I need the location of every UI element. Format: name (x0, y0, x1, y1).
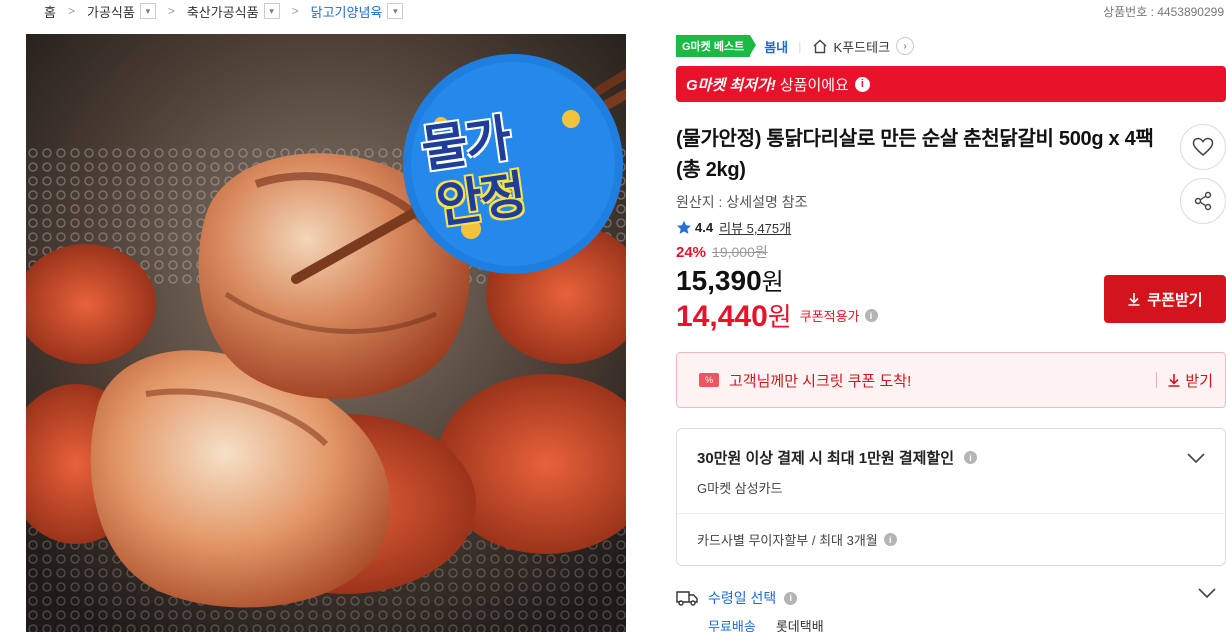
chevron-down-icon[interactable] (1198, 588, 1216, 598)
coupon-price-label: 쿠폰적용가 (799, 309, 860, 324)
season-badge[interactable]: 봄내 (764, 37, 788, 56)
star-icon (677, 220, 691, 234)
divider: | (798, 38, 802, 54)
delivery-info: 무료배송 롯데택배 (708, 616, 1226, 632)
breadcrumb-label[interactable]: 축산가공식품 (187, 2, 259, 21)
delivery-carrier: 롯데택배 (775, 619, 824, 632)
lowest-price-text: 상품이에요 (779, 76, 849, 94)
download-icon (1128, 293, 1140, 306)
original-price: 19,000원 (712, 244, 768, 260)
store-link[interactable]: K푸드테크 › (812, 37, 915, 56)
chevron-right-icon[interactable]: › (896, 37, 915, 55)
truck-icon (676, 591, 698, 606)
breadcrumb: 홈 > 가공식품 ▾ > 축산가공식품 ▾ > 닭고기양념육 ▾ (44, 0, 404, 22)
discount-rate: 24% (676, 243, 707, 261)
rating-row: 4.4 리뷰 5,475개 (676, 218, 1226, 237)
origin-info: 원산지 : 상세설명 참조 (676, 194, 808, 210)
info-icon[interactable]: i (854, 76, 870, 92)
card-discount-title-text: 30만원 이상 결제 시 최대 1만원 결제할인 (697, 450, 955, 467)
chevron-down-icon[interactable]: ▾ (139, 3, 156, 19)
breadcrumb-separator: > (167, 4, 175, 18)
card-discount-card-name: G마켓 삼성카드 (697, 481, 783, 496)
card-discount-header[interactable]: 30만원 이상 결제 시 최대 1만원 결제할인 i G마켓 삼성카드 (677, 429, 1225, 514)
card-discount-title: 30만원 이상 결제 시 최대 1만원 결제할인 i (697, 447, 1205, 468)
installment-text: 카드사별 무이자할부 / 최대 3개월 (697, 533, 878, 548)
product-title: (물가안정) 통닭다리살로 만든 순살 춘천닭갈비 500g x 4팩 (총 2… (676, 128, 1154, 181)
breadcrumb-label[interactable]: 가공식품 (87, 2, 135, 21)
store-name[interactable]: K푸드테크 (834, 37, 891, 56)
review-link[interactable]: 리뷰 5,475개 (719, 218, 791, 237)
discount-row: 24% 19,000원 (676, 242, 1226, 262)
info-icon[interactable]: i (784, 591, 798, 605)
product-number: 상품번호 : 4453890299 (1103, 5, 1224, 19)
product-photo (26, 34, 626, 632)
info-icon[interactable]: i (883, 533, 897, 546)
breadcrumb-item-marinated-chicken[interactable]: 닭고기양념육 ▾ (311, 2, 404, 21)
card-discount-box: 30만원 이상 결제 시 최대 1만원 결제할인 i G마켓 삼성카드 카드사별… (676, 428, 1226, 566)
favorite-button[interactable] (1180, 124, 1226, 170)
lowest-price-banner[interactable]: G마켓 최저가! 상품이에요 i (676, 66, 1226, 102)
best-badge[interactable]: G마켓 베스트 (676, 35, 757, 57)
info-icon[interactable]: i (864, 309, 878, 322)
installment-row: 카드사별 무이자할부 / 최대 3개월 i (677, 514, 1225, 565)
won-unit: 원 (761, 269, 784, 296)
rating-score: 4.4 (695, 220, 714, 235)
breadcrumb-home[interactable]: 홈 (44, 2, 56, 21)
sale-price: 15,390 (676, 265, 762, 296)
chevron-down-icon[interactable] (1187, 453, 1205, 463)
sticker-text-2: 안정 (433, 166, 529, 234)
home-icon (813, 39, 827, 53)
coupon-ticket-icon: % (699, 373, 719, 387)
chevron-down-icon[interactable]: ▾ (387, 3, 404, 19)
secret-coupon-text: 고객님께만 시크릿 쿠폰 도착! (729, 372, 912, 390)
lowest-price-strong: G마켓 최저가! (686, 76, 776, 94)
secret-coupon-get-label[interactable]: 받기 (1185, 370, 1213, 391)
divider (1156, 372, 1158, 388)
info-icon[interactable]: i (964, 451, 978, 464)
won-unit: 원 (767, 302, 792, 332)
coupon-price: 14,440원 (676, 297, 792, 334)
download-icon (1168, 374, 1180, 387)
secret-coupon-get-button[interactable]: 받기 (1167, 370, 1213, 391)
breadcrumb-item-processed-food[interactable]: 가공식품 ▾ (87, 2, 156, 21)
free-shipping-link[interactable]: 무료배송 (708, 616, 756, 632)
share-icon (1194, 191, 1212, 211)
breadcrumb-separator: > (291, 4, 299, 18)
share-button[interactable] (1180, 178, 1226, 224)
breadcrumb-home-label[interactable]: 홈 (44, 2, 56, 21)
coupon-download-label[interactable]: 쿠폰받기 (1147, 289, 1202, 310)
heart-icon (1192, 137, 1214, 156)
breadcrumb-label[interactable]: 닭고기양념육 (311, 2, 383, 21)
chevron-down-icon[interactable]: ▾ (263, 3, 280, 19)
badge-row: G마켓 베스트 봄내 | K푸드테크 › (676, 34, 1226, 58)
breadcrumb-separator: > (67, 4, 75, 18)
delivery-date-selector[interactable]: 수령일 선택 i (676, 588, 1226, 608)
delivery-label[interactable]: 수령일 선택 (708, 588, 776, 608)
coupon-price-value: 14,440 (676, 300, 768, 333)
coupon-download-button[interactable]: 쿠폰받기 (1104, 275, 1226, 323)
product-info-panel: G마켓 베스트 봄내 | K푸드테크 › G마켓 최저가! 상품이에요 i (물… (676, 34, 1226, 632)
secret-coupon-box[interactable]: % 고객님께만 시크릿 쿠폰 도착! 받기 (676, 352, 1226, 408)
breadcrumb-item-processed-meat[interactable]: 축산가공식품 ▾ (187, 2, 280, 21)
product-image[interactable]: 물가 안정 (26, 34, 626, 632)
